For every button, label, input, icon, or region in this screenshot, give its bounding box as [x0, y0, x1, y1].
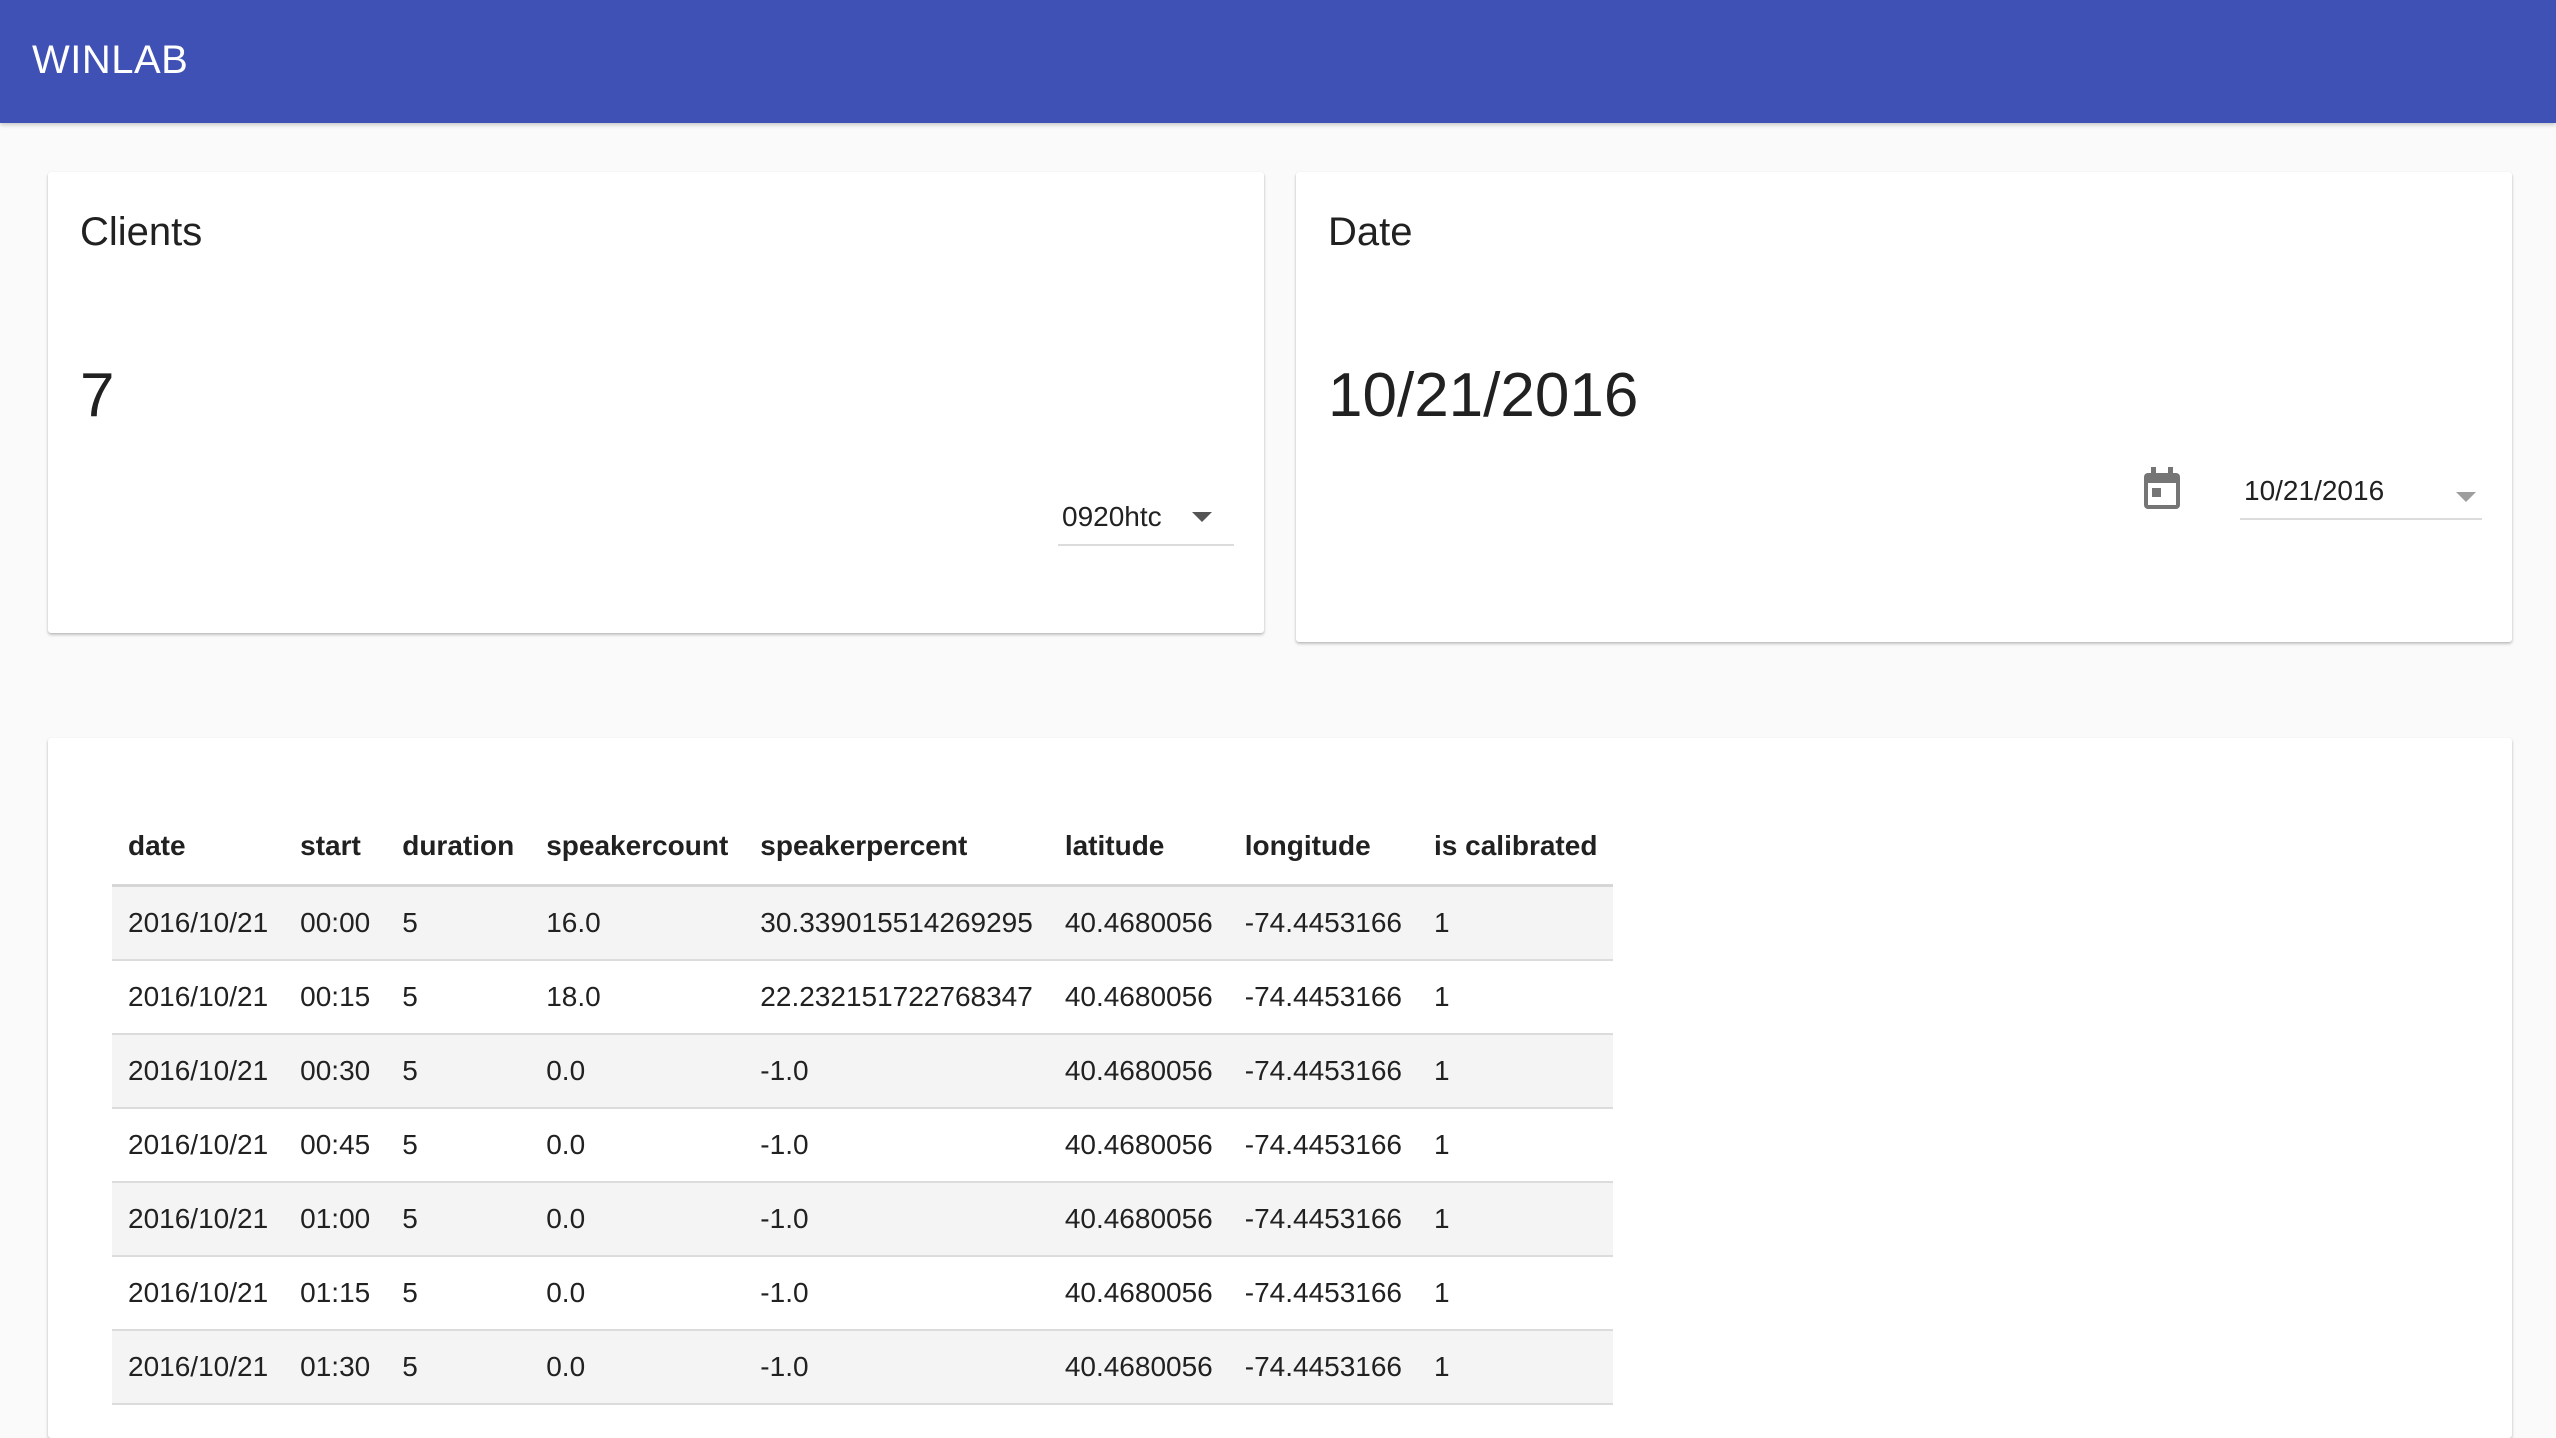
table-header-row: date start duration speakercount speakerperc…	[112, 808, 1614, 887]
table-cell: 2016/10/21	[112, 1034, 285, 1109]
clients-count: 7	[80, 361, 115, 430]
data-table-card: date start duration speakercount speakerperc…	[48, 738, 2512, 1438]
table-cell: 1	[1418, 1182, 1614, 1257]
client-select-value: 0920htc	[1062, 501, 1162, 532]
table-cell: 5	[386, 1256, 531, 1331]
table-cell: 5	[386, 885, 531, 961]
table-cell: -1.0	[744, 1182, 1049, 1257]
table-cell: 2016/10/21	[112, 960, 285, 1035]
table-cell: 1	[1418, 960, 1614, 1035]
table-cell: 00:45	[284, 1108, 387, 1183]
table-cell: 5	[386, 1330, 531, 1405]
column-header: is calibrated	[1418, 808, 1614, 887]
table-cell: 30.339015514269295	[744, 885, 1049, 961]
table-row: 2016/10/21 00:45 5 0.0 -1.0 40.4680056 -74.445…	[112, 1108, 1614, 1183]
table-row: 2016/10/21 00:15 5 18.0 22.232151722768347 40…	[112, 960, 1614, 1035]
data-table: date start duration speakercount speakerperc…	[112, 808, 1614, 1405]
table-cell: 2016/10/21	[112, 885, 285, 961]
table-cell: 2016/10/21	[112, 1330, 285, 1405]
table-cell: -74.4453166	[1228, 885, 1419, 961]
table-cell: 01:00	[284, 1182, 387, 1257]
selected-date-display: 10/21/2016	[1328, 361, 1639, 430]
clients-card: Clients 7 0920htc	[48, 172, 1264, 633]
table-cell: 40.4680056	[1048, 1108, 1229, 1183]
column-header: longitude	[1228, 808, 1419, 887]
table-row: 2016/10/21 01:15 5 0.0 -1.0 40.4680056 -74.445…	[112, 1256, 1614, 1331]
date-picker-field[interactable]: 10/21/2016	[2240, 462, 2482, 520]
app-title: WINLAB	[32, 38, 189, 82]
table-row: 2016/10/21 00:00 5 16.0 30.339015514269295 40…	[112, 885, 1614, 961]
table-cell: 00:30	[284, 1034, 387, 1109]
column-header: duration	[386, 808, 531, 887]
clients-card-title: Clients	[80, 210, 203, 254]
column-header: speakerpercent	[744, 808, 1049, 887]
table-cell: 16.0	[530, 885, 745, 961]
table-cell: -74.4453166	[1228, 1034, 1419, 1109]
table-cell: -1.0	[744, 1108, 1049, 1183]
table-cell: 1	[1418, 1108, 1614, 1183]
table-cell: 2016/10/21	[112, 1108, 285, 1183]
arrow-drop-down-icon	[2456, 492, 2476, 502]
table-cell: -1.0	[744, 1256, 1049, 1331]
table-cell: 5	[386, 1108, 531, 1183]
table-cell: 40.4680056	[1048, 1256, 1229, 1331]
date-card-title: Date	[1328, 210, 1413, 254]
client-select[interactable]: 0920htc	[1058, 492, 1234, 546]
table-cell: 00:00	[284, 885, 387, 961]
table-cell: -74.4453166	[1228, 1330, 1419, 1405]
table-cell: 2016/10/21	[112, 1182, 285, 1257]
table-body: 2016/10/21 00:00 5 16.0 30.339015514269295 40…	[112, 885, 1614, 1405]
table-cell: 5	[386, 1182, 531, 1257]
table-cell: 40.4680056	[1048, 1182, 1229, 1257]
table-cell: 0.0	[530, 1108, 745, 1183]
table-row: 2016/10/21 00:30 5 0.0 -1.0 40.4680056 -74.445…	[112, 1034, 1614, 1109]
calendar-icon[interactable]	[2142, 467, 2182, 511]
table-cell: 2016/10/21	[112, 1256, 285, 1331]
column-header: date	[112, 808, 285, 887]
column-header: start	[284, 808, 387, 887]
table-cell: 40.4680056	[1048, 885, 1229, 961]
table-cell: 18.0	[530, 960, 745, 1035]
app-bar: WINLAB	[0, 0, 2556, 123]
table-cell: 1	[1418, 1330, 1614, 1405]
table-cell: 0.0	[530, 1034, 745, 1109]
table-cell: -74.4453166	[1228, 1256, 1419, 1331]
table-cell: -74.4453166	[1228, 960, 1419, 1035]
table-cell: 22.232151722768347	[744, 960, 1049, 1035]
table-cell: -1.0	[744, 1034, 1049, 1109]
table-cell: 00:15	[284, 960, 387, 1035]
date-card: Date 10/21/2016 10/21/2016	[1296, 172, 2512, 642]
table-cell: -74.4453166	[1228, 1182, 1419, 1257]
table-cell: 0.0	[530, 1330, 745, 1405]
table-cell: 0.0	[530, 1256, 745, 1331]
table-row: 2016/10/21 01:30 5 0.0 -1.0 40.4680056 -74.445…	[112, 1330, 1614, 1405]
column-header: speakercount	[530, 808, 745, 887]
table-cell: 1	[1418, 1256, 1614, 1331]
table-cell: -1.0	[744, 1330, 1049, 1405]
table-cell: 5	[386, 1034, 531, 1109]
table-cell: 0.0	[530, 1182, 745, 1257]
table-cell: 01:15	[284, 1256, 387, 1331]
arrow-drop-down-icon	[1192, 512, 1212, 522]
table-cell: 40.4680056	[1048, 1034, 1229, 1109]
table-cell: 5	[386, 960, 531, 1035]
table-cell: 1	[1418, 885, 1614, 961]
table-cell: 01:30	[284, 1330, 387, 1405]
table-cell: 40.4680056	[1048, 960, 1229, 1035]
column-header: latitude	[1048, 808, 1229, 887]
table-cell: 1	[1418, 1034, 1614, 1109]
date-picker-value: 10/21/2016	[2244, 475, 2385, 506]
table-cell: 40.4680056	[1048, 1330, 1229, 1405]
table-row: 2016/10/21 01:00 5 0.0 -1.0 40.4680056 -74.445…	[112, 1182, 1614, 1257]
table-cell: -74.4453166	[1228, 1108, 1419, 1183]
